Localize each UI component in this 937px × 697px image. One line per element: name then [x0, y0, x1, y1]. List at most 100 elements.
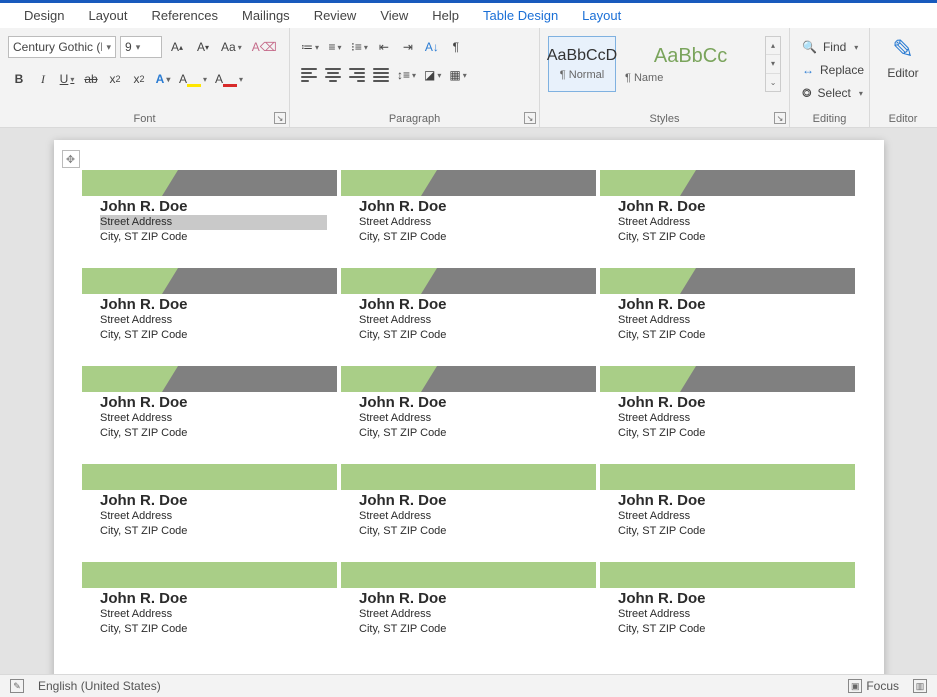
card-name[interactable]: John R. Doe — [359, 492, 586, 509]
card-name[interactable]: John R. Doe — [100, 492, 327, 509]
highlight-button[interactable]: A▾ — [176, 68, 210, 90]
text-effects-button[interactable]: A▾ — [152, 68, 174, 90]
styles-dialog-launcher[interactable]: ↘ — [774, 112, 786, 124]
card-address[interactable]: Street Address — [359, 313, 586, 328]
card-text-block[interactable]: John R. DoeStreet AddressCity, ST ZIP Co… — [618, 388, 845, 442]
style-normal[interactable]: AaBbCcD ¶ Normal — [548, 36, 616, 92]
card-address[interactable]: Street Address — [100, 313, 327, 328]
label-card[interactable]: John R. DoeStreet AddressCity, ST ZIP Co… — [341, 562, 596, 650]
card-city[interactable]: City, ST ZIP Code — [618, 622, 845, 637]
label-card[interactable]: John R. DoeStreet AddressCity, ST ZIP Co… — [600, 170, 855, 258]
card-name[interactable]: John R. Doe — [359, 394, 586, 411]
card-text-block[interactable]: John R. DoeStreet AddressCity, ST ZIP Co… — [359, 584, 586, 638]
card-name[interactable]: John R. Doe — [100, 198, 327, 215]
card-address[interactable]: Street Address — [618, 215, 845, 230]
align-center-button[interactable] — [322, 64, 344, 86]
focus-mode-button[interactable]: ▣ Focus — [848, 679, 899, 693]
card-name[interactable]: John R. Doe — [618, 198, 845, 215]
card-name[interactable]: John R. Doe — [618, 590, 845, 607]
card-city[interactable]: City, ST ZIP Code — [359, 230, 586, 245]
menu-help[interactable]: Help — [420, 4, 471, 27]
card-text-block[interactable]: John R. DoeStreet AddressCity, ST ZIP Co… — [359, 290, 586, 344]
card-text-block[interactable]: John R. DoeStreet AddressCity, ST ZIP Co… — [618, 584, 845, 638]
card-name[interactable]: John R. Doe — [100, 296, 327, 313]
card-text-block[interactable]: John R. DoeStreet AddressCity, ST ZIP Co… — [359, 192, 586, 246]
card-address[interactable]: Street Address — [618, 509, 845, 524]
change-case-button[interactable]: Aa▾ — [218, 36, 245, 58]
multilevel-button[interactable]: ⁝≡▾ — [348, 36, 371, 58]
menu-references[interactable]: References — [140, 4, 230, 27]
card-text-block[interactable]: John R. DoeStreet AddressCity, ST ZIP Co… — [618, 486, 845, 540]
label-card[interactable]: John R. DoeStreet AddressCity, ST ZIP Co… — [600, 464, 855, 552]
align-left-button[interactable] — [298, 64, 320, 86]
label-card[interactable]: John R. DoeStreet AddressCity, ST ZIP Co… — [341, 268, 596, 356]
card-city[interactable]: City, ST ZIP Code — [100, 524, 327, 539]
shrink-font-button[interactable]: A▾ — [192, 36, 214, 58]
styles-gallery-spinner[interactable]: ▴ ▾ ⌄ — [765, 36, 781, 92]
shading-button[interactable]: ◪▾ — [421, 64, 444, 86]
card-text-block[interactable]: John R. DoeStreet AddressCity, ST ZIP Co… — [359, 486, 586, 540]
card-name[interactable]: John R. Doe — [618, 492, 845, 509]
italic-button[interactable]: I — [32, 68, 54, 90]
card-city[interactable]: City, ST ZIP Code — [618, 328, 845, 343]
find-button[interactable]: 🔍 Find ▾ — [798, 36, 861, 58]
document-page[interactable]: ✥ John R. DoeStreet AddressCity, ST ZIP … — [54, 140, 884, 674]
borders-button[interactable]: ▦▾ — [446, 64, 469, 86]
card-text-block[interactable]: John R. DoeStreet AddressCity, ST ZIP Co… — [359, 388, 586, 442]
menu-table-design[interactable]: Table Design — [471, 4, 570, 27]
sort-button[interactable]: A↓ — [421, 36, 443, 58]
label-card[interactable]: John R. DoeStreet AddressCity, ST ZIP Co… — [341, 170, 596, 258]
numbering-button[interactable]: ≡▾ — [324, 36, 346, 58]
language-status[interactable]: English (United States) — [38, 679, 161, 693]
card-address[interactable]: Street Address — [359, 607, 586, 622]
label-card[interactable]: John R. DoeStreet AddressCity, ST ZIP Co… — [600, 268, 855, 356]
card-address[interactable]: Street Address — [100, 215, 327, 230]
menu-layout[interactable]: Layout — [76, 4, 139, 27]
card-city[interactable]: City, ST ZIP Code — [359, 426, 586, 441]
card-city[interactable]: City, ST ZIP Code — [100, 328, 327, 343]
line-spacing-button[interactable]: ↕≡▾ — [394, 64, 419, 86]
document-canvas[interactable]: ✥ John R. DoeStreet AddressCity, ST ZIP … — [0, 128, 937, 674]
label-card[interactable]: John R. DoeStreet AddressCity, ST ZIP Co… — [82, 464, 337, 552]
select-button[interactable]: ⭗ Select ▾ — [798, 82, 861, 104]
bullets-button[interactable]: ≔▾ — [298, 36, 322, 58]
card-address[interactable]: Street Address — [359, 411, 586, 426]
superscript-button[interactable]: x2 — [128, 68, 150, 90]
font-size-combo[interactable]: 9 ▾ — [120, 36, 162, 58]
card-address[interactable]: Street Address — [618, 313, 845, 328]
grow-font-button[interactable]: A▴ — [166, 36, 188, 58]
align-justify-button[interactable] — [370, 64, 392, 86]
table-move-handle[interactable]: ✥ — [62, 150, 80, 168]
paragraph-dialog-launcher[interactable]: ↘ — [524, 112, 536, 124]
card-text-block[interactable]: John R. DoeStreet AddressCity, ST ZIP Co… — [100, 584, 327, 638]
clear-formatting-button[interactable]: A⌫ — [249, 36, 280, 58]
card-text-block[interactable]: John R. DoeStreet AddressCity, ST ZIP Co… — [100, 192, 327, 246]
card-address[interactable]: Street Address — [100, 411, 327, 426]
card-city[interactable]: City, ST ZIP Code — [100, 230, 327, 245]
menu-table-layout[interactable]: Layout — [570, 4, 633, 27]
card-name[interactable]: John R. Doe — [100, 394, 327, 411]
underline-button[interactable]: U▾ — [56, 68, 78, 90]
menu-mailings[interactable]: Mailings — [230, 4, 302, 27]
card-city[interactable]: City, ST ZIP Code — [359, 622, 586, 637]
menu-view[interactable]: View — [368, 4, 420, 27]
label-card[interactable]: John R. DoeStreet AddressCity, ST ZIP Co… — [341, 464, 596, 552]
decrease-indent-button[interactable]: ⇤ — [373, 36, 395, 58]
align-right-button[interactable] — [346, 64, 368, 86]
card-address[interactable]: Street Address — [359, 215, 586, 230]
menu-design[interactable]: Design — [12, 4, 76, 27]
card-name[interactable]: John R. Doe — [359, 590, 586, 607]
subscript-button[interactable]: x2 — [104, 68, 126, 90]
increase-indent-button[interactable]: ⇥ — [397, 36, 419, 58]
card-text-block[interactable]: John R. DoeStreet AddressCity, ST ZIP Co… — [100, 388, 327, 442]
font-dialog-launcher[interactable]: ↘ — [274, 112, 286, 124]
label-card[interactable]: John R. DoeStreet AddressCity, ST ZIP Co… — [600, 562, 855, 650]
card-name[interactable]: John R. Doe — [618, 296, 845, 313]
label-card[interactable]: John R. DoeStreet AddressCity, ST ZIP Co… — [341, 366, 596, 454]
card-address[interactable]: Street Address — [618, 607, 845, 622]
card-name[interactable]: John R. Doe — [618, 394, 845, 411]
show-marks-button[interactable]: ¶ — [445, 36, 467, 58]
menu-review[interactable]: Review — [302, 4, 369, 27]
card-address[interactable]: Street Address — [618, 411, 845, 426]
card-text-block[interactable]: John R. DoeStreet AddressCity, ST ZIP Co… — [100, 290, 327, 344]
